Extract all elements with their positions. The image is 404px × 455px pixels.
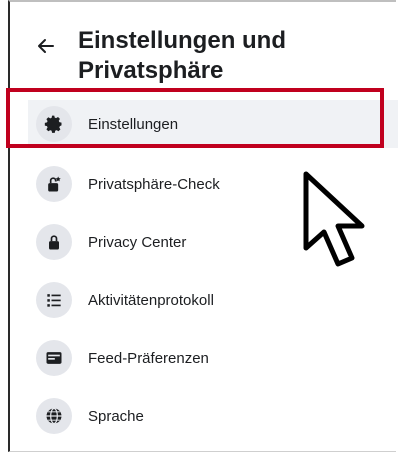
menu-item-label: Sprache [88, 407, 144, 425]
menu-item-label: Einstellungen [88, 115, 179, 133]
menu-item-label: Feed-Präferenzen [88, 349, 209, 367]
menu-item-feed-praeferenzen[interactable]: Feed-Präferenzen [28, 334, 398, 382]
menu-item-aktivitaetenprotokoll[interactable]: Aktivitätenprotokoll [28, 276, 398, 324]
list-icon [36, 282, 72, 318]
arrow-left-icon [38, 39, 54, 53]
panel-header: Einstellungen und Privatsphäre [38, 26, 386, 86]
menu-item-einstellungen[interactable]: Einstellungen [28, 100, 398, 148]
globe-icon [36, 398, 72, 434]
page-title: Einstellungen und Privatsphäre [78, 27, 286, 84]
menu-item-sprache[interactable]: Sprache [28, 392, 398, 440]
lock-check-icon [36, 166, 72, 202]
menu-item-label: Aktivitätenprotokoll [88, 291, 214, 309]
gear-icon [36, 106, 72, 142]
menu-item-label: Privacy Center [88, 233, 187, 251]
mouse-pointer-icon [303, 171, 365, 267]
menu-item-label: Privatsphäre-Check [88, 175, 220, 193]
back-button[interactable] [36, 36, 58, 58]
lock-icon [36, 224, 72, 260]
feed-icon [36, 340, 72, 376]
